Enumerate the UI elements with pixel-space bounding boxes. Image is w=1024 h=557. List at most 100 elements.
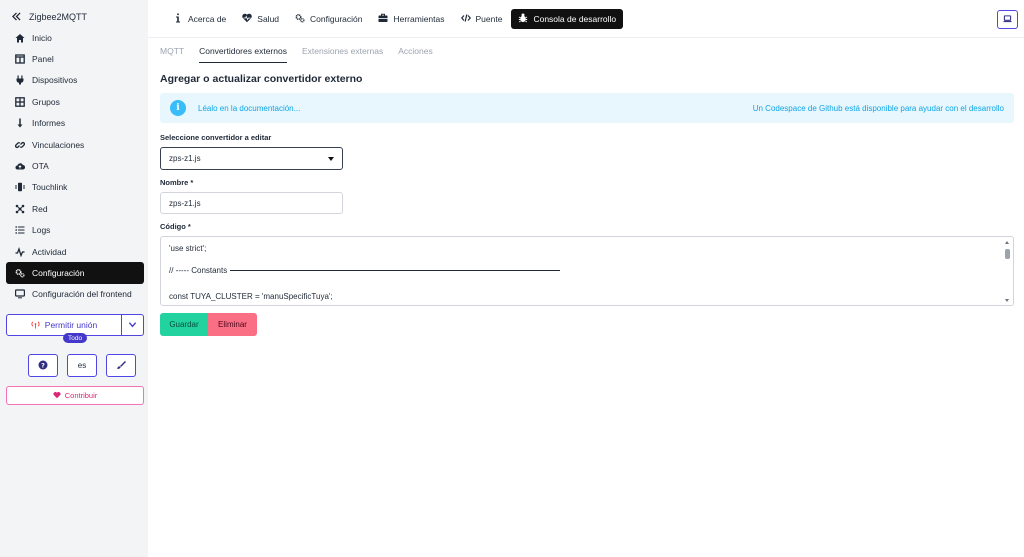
contribute-button[interactable]: Contribuir <box>6 386 144 405</box>
permit-join-dropdown[interactable] <box>122 314 144 336</box>
tab-mqtt[interactable]: MQTT <box>160 46 184 63</box>
tab-puente[interactable]: Puente <box>454 9 510 29</box>
brush-icon <box>116 360 126 372</box>
sidebar-item-inicio[interactable]: Inicio <box>6 27 144 48</box>
sidebar-item-label: OTA <box>32 161 49 172</box>
sidebar-item-label: Vinculaciones <box>32 139 85 150</box>
sidebar-brand[interactable]: Zigbee2MQTT <box>12 10 87 24</box>
tab-consola-de-desarrollo[interactable]: Consola de desarrollo <box>511 9 624 29</box>
bug-icon <box>518 13 528 25</box>
tab-label: Acerca de <box>188 14 227 24</box>
top-navbar: Acerca de Salud Configuración Herramient… <box>148 0 1024 38</box>
sidebar-item-dispositivos[interactable]: Dispositivos <box>6 70 144 91</box>
code-line: const TUYA_CLUSTER = 'manuSpecificTuya'; <box>169 292 333 301</box>
scroll-down-arrow-icon[interactable] <box>1005 299 1009 302</box>
permit-join-button[interactable]: Permitir unión <box>6 314 122 336</box>
tab-extensiones-externas[interactable]: Extensiones externas <box>302 46 383 63</box>
monitor-icon <box>15 289 25 299</box>
sidebar-item-label: Informes <box>32 118 66 129</box>
sidebar-mini-buttons: ? es <box>28 354 136 377</box>
sidebar-item-label: Inicio <box>32 32 52 43</box>
comment-rule <box>230 270 561 271</box>
cloud-upload-icon <box>15 161 25 171</box>
tab-configuracion[interactable]: Configuración <box>288 9 369 29</box>
sidebar-nav: Inicio Panel Dispositivos Grupos Informe… <box>6 27 144 305</box>
tab-label: Herramientas <box>393 14 445 24</box>
sidebar-item-logs[interactable]: Logs <box>6 220 144 241</box>
code-line-text: // ----- Constants <box>169 266 228 275</box>
sidebar-item-touchlink[interactable]: Touchlink <box>6 177 144 198</box>
permit-join-label: Permitir unión <box>44 320 98 330</box>
gears-icon <box>295 13 305 25</box>
converter-select-value: zps-z1.js <box>169 154 201 163</box>
collapse-chevrons-icon[interactable] <box>12 11 21 23</box>
converter-select-label: Seleccione convertidor a editar <box>160 133 272 142</box>
code-line: // ----- Constants <box>169 266 561 275</box>
scroll-up-arrow-icon[interactable] <box>1005 241 1009 244</box>
sidebar-item-grupos[interactable]: Grupos <box>6 91 144 112</box>
codespace-link[interactable]: Un Codespace de Github está disponible p… <box>753 104 1004 113</box>
permit-join-target-badge: Todo <box>63 333 88 343</box>
sidebar-item-label: Actividad <box>32 246 67 257</box>
tab-acerca-de[interactable]: Acerca de <box>166 9 233 29</box>
sidebar-item-vinculaciones[interactable]: Vinculaciones <box>6 134 144 155</box>
top-tabs: Acerca de Salud Configuración Herramient… <box>166 9 624 29</box>
sidebar-item-red[interactable]: Red <box>6 198 144 219</box>
mobile-vibrate-icon <box>15 182 25 192</box>
plug-icon <box>15 75 25 85</box>
docs-link[interactable]: Léalo en la documentación... <box>198 104 300 113</box>
brand-label: Zigbee2MQTT <box>29 12 88 22</box>
heart-icon <box>53 391 61 401</box>
tab-convertidores-externos[interactable]: Convertidores externos <box>199 46 287 63</box>
sidebar-item-configuracion-frontend[interactable]: Configuración del frontend <box>6 284 144 305</box>
save-button[interactable]: Guardar <box>160 313 208 336</box>
sidebar-item-label: Panel <box>32 54 54 65</box>
gears-icon <box>15 268 25 278</box>
page-title: Agregar o actualizar convertidor externo <box>160 73 363 85</box>
sidebar-item-label: Grupos <box>32 96 60 107</box>
wave-icon <box>15 246 25 257</box>
sidebar-item-label: Dispositivos <box>32 75 78 86</box>
info-icon <box>173 13 183 25</box>
sidebar-item-actividad[interactable]: Actividad <box>6 241 144 262</box>
code-label: Código * <box>160 222 191 231</box>
sidebar-item-informes[interactable]: Informes <box>6 113 144 134</box>
tab-acciones[interactable]: Acciones <box>398 46 433 63</box>
network-icon <box>15 204 25 214</box>
home-icon <box>15 33 25 43</box>
antenna-icon <box>31 320 40 331</box>
info-circle-icon: i <box>170 100 186 116</box>
name-input-value: zps-z1.js <box>169 198 201 208</box>
delete-button[interactable]: Eliminar <box>208 313 257 336</box>
svg-text:?: ? <box>41 361 45 369</box>
table-columns-icon <box>15 54 25 64</box>
name-input[interactable]: zps-z1.js <box>160 192 343 214</box>
grid-icon <box>15 97 25 107</box>
sidebar-item-label: Configuración <box>32 267 85 278</box>
name-label: Nombre * <box>160 178 194 187</box>
tab-label: Configuración <box>310 14 363 24</box>
tab-salud[interactable]: Salud <box>235 9 286 29</box>
help-button[interactable]: ? <box>28 354 58 377</box>
sidebar-item-label: Red <box>32 203 48 214</box>
tab-herramientas[interactable]: Herramientas <box>371 9 451 29</box>
language-button[interactable]: es <box>67 354 97 377</box>
list-icon <box>15 225 25 235</box>
sidebar-item-ota[interactable]: OTA <box>6 155 144 176</box>
code-editor[interactable]: 'use strict'; // ----- Constants const T… <box>160 236 1014 306</box>
dev-console-tabs: MQTT Convertidores externos Extensiones … <box>160 46 433 63</box>
sidebar-item-configuracion[interactable]: Configuración <box>6 262 144 284</box>
sidebar-item-panel[interactable]: Panel <box>6 48 144 69</box>
chevron-down-icon <box>128 320 137 331</box>
theme-button[interactable] <box>106 354 136 377</box>
converter-select[interactable]: zps-z1.js <box>160 147 343 170</box>
code-scrollbar[interactable] <box>1004 239 1011 303</box>
arrow-down-long-icon <box>15 118 25 128</box>
sidebar-item-label: Logs <box>32 225 51 236</box>
scroll-thumb[interactable] <box>1005 249 1010 259</box>
tab-label: Consola de desarrollo <box>533 14 617 24</box>
contribute-label: Contribuir <box>64 391 98 400</box>
toggle-sidebar-button[interactable] <box>997 10 1018 29</box>
heart-pulse-icon <box>242 13 253 25</box>
link-icon <box>15 140 25 150</box>
